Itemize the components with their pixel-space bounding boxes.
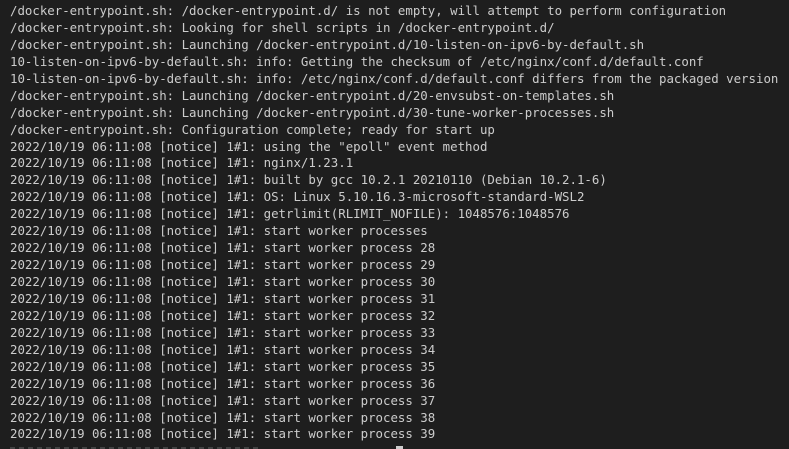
terminal-line: 2022/10/19 06:11:08 [notice] 1#1: nginx/… <box>10 155 354 171</box>
terminal-line: 2022/10/19 06:11:08 [notice] 1#1: start … <box>10 409 436 425</box>
terminal-line: 2022/10/19 06:11:08 [notice] 1#1: start … <box>10 375 436 391</box>
terminal-line: 2022/10/19 06:11:08 [notice] 1#1: start … <box>10 358 436 374</box>
terminal-line: 2022/10/19 06:11:08 [notice] 1#1: start … <box>10 426 436 442</box>
terminal-line: /docker-entrypoint.sh: Launching /docker… <box>10 36 645 52</box>
terminal-line: 10-listen-on-ipv6-by-default.sh: info: G… <box>10 53 704 69</box>
terminal-line: 2022/10/19 06:11:08 [notice] 1#1: start … <box>10 392 436 408</box>
terminal-line: 2022/10/19 06:11:08 [notice] 1#1: start … <box>10 257 436 273</box>
terminal-line: 2022/10/19 06:11:08 [notice] 1#1: start … <box>10 290 436 306</box>
terminal-line: 2022/10/19 06:11:08 [notice] 1#1: using … <box>10 138 488 154</box>
terminal-line: 10-listen-on-ipv6-by-default.sh: info: /… <box>10 70 779 86</box>
terminal-line: 2022/10/19 06:11:08 [notice] 1#1: start … <box>10 274 436 289</box>
terminal-line: /docker-entrypoint.sh: Launching /docker… <box>10 104 615 120</box>
terminal-output: /docker-entrypoint.sh: /docker-entrypoin… <box>10 3 789 443</box>
terminal-line: 2022/10/19 06:11:08 [notice] 1#1: start … <box>10 240 436 256</box>
terminal-line: 2022/10/19 06:11:08 [notice] 1#1: start … <box>10 324 436 340</box>
terminal-line: 2022/10/19 06:11:08 [notice] 1#1: start … <box>10 341 436 357</box>
terminal-line: 2022/10/19 06:11:08 [notice] 1#1: start … <box>10 223 428 239</box>
terminal-line: 2022/10/19 06:11:08 [notice] 1#1: start … <box>10 307 436 323</box>
terminal-line: 2022/10/19 06:11:08 [notice] 1#1: built … <box>10 172 607 188</box>
terminal-panel[interactable]: /docker-entrypoint.sh: /docker-entrypoin… <box>0 0 789 449</box>
terminal-line: 2022/10/19 06:11:08 [notice] 1#1: OS: Li… <box>10 189 585 205</box>
terminal-line: /docker-entrypoint.sh: Launching /docker… <box>10 87 615 103</box>
terminal-line: /docker-entrypoint.sh: Looking for shell… <box>10 19 555 35</box>
terminal-line: 2022/10/19 06:11:08 [notice] 1#1: getrli… <box>10 206 570 222</box>
terminal-line: /docker-entrypoint.sh: /docker-entrypoin… <box>10 3 727 18</box>
terminal-line: /docker-entrypoint.sh: Configuration com… <box>10 121 495 137</box>
